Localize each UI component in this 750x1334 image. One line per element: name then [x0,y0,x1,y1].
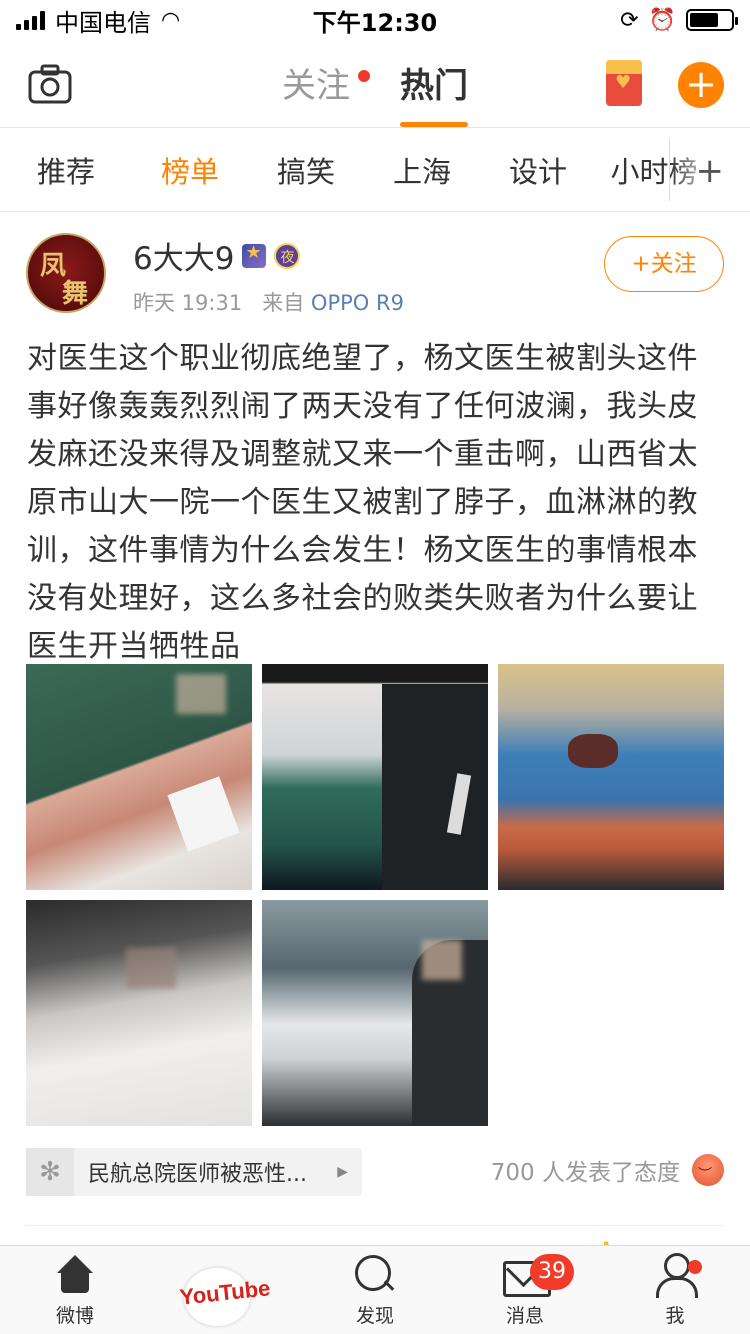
username[interactable]: 6大大9 [133,233,234,278]
post-text: 对医生这个职业彻底绝望了，杨文医生被割头这件事好像轰轰烈烈闹了两天没有了任何波澜… [27,341,698,664]
unread-dot [358,70,370,82]
search-icon [353,1253,397,1297]
topic-label: 民航总院医师被恶性... [88,1162,307,1187]
category-tab[interactable]: 推荐 [0,149,132,191]
signal-icon [16,10,45,30]
tab-hot-label: 热门 [400,66,468,106]
tab-weibo-label: 微博 [55,1305,94,1327]
weibo-app-screen: 中国电信 ◠ 下午12:30 ⟳ ⏰ 关注 热门 + [0,0,750,1334]
post-photo[interactable] [26,900,252,1126]
category-tab[interactable]: 上海 [364,149,480,191]
tab-hot[interactable]: 热门 [400,58,468,127]
add-category-icon[interactable]: + [696,151,725,191]
follow-button[interactable]: +关注 [604,236,724,292]
tab-weibo[interactable]: 微博 [0,1246,150,1334]
post-photo[interactable] [498,664,724,890]
post-time: 昨天 19:31 [133,291,243,315]
tab-messages[interactable]: 消息 [450,1246,600,1334]
attitude-summary[interactable]: 700 人发表了态度 [491,1153,724,1187]
category-bar: 推荐 榜单 搞笑 上海 设计 小时榜 + [0,129,750,212]
angry-face-icon [692,1154,724,1186]
post-source[interactable]: OPPO R9 [311,291,404,315]
tab-follow-label: 关注 [282,66,350,106]
category-tab[interactable]: 设计 [480,149,596,191]
tab-discover[interactable]: 发现 [300,1246,450,1334]
rotation-lock-icon: ⟳ [620,7,639,33]
star-badge-icon [242,242,267,268]
center-tab-label: YouTube [178,1275,272,1310]
tab-center[interactable]: YouTube [150,1246,300,1334]
battery-icon [686,9,738,31]
night-badge-icon: 夜 [274,242,301,269]
tab-me-label: 我 [665,1305,685,1327]
avatar[interactable]: 凤 舞 [26,233,106,313]
post-meta: 昨天 19:31 来自 OPPO R9 [133,287,404,317]
home-icon [53,1253,97,1297]
red-packet-icon[interactable] [606,60,642,106]
post-photo[interactable] [262,664,488,890]
attitude-label: 700 人发表了态度 [490,1160,680,1186]
carrier-label: 中国电信 [55,8,151,37]
category-tab-active[interactable]: 榜单 [132,149,248,191]
youtube-logo-icon: YouTube [170,1268,280,1326]
category-tab[interactable]: 搞笑 [248,149,364,191]
chevron-right-icon: ▶ [337,1164,348,1180]
tab-me[interactable]: 我 [600,1246,750,1334]
alarm-icon: ⏰ [648,7,676,33]
unread-dot [688,1260,702,1274]
top-navigation: 关注 热门 + [0,40,750,128]
tab-messages-label: 消息 [505,1305,544,1327]
bottom-tab-bar: 微博 YouTube 发现 消息 我 39 [0,1245,750,1334]
post-photo[interactable] [26,664,252,890]
wifi-icon: ◠ [161,7,181,33]
tab-follow[interactable]: 关注 [282,58,370,107]
active-tab-indicator [400,122,468,127]
message-count-badge: 39 [530,1254,574,1290]
tab-discover-label: 发现 [355,1305,394,1327]
status-bar: 中国电信 ◠ 下午12:30 ⟳ ⏰ [0,0,750,40]
compose-plus-button[interactable]: + [678,62,724,108]
post-photo[interactable] [262,900,488,1126]
topic-icon: ✻ [26,1148,74,1196]
username-row: 6大大9 夜 [133,233,301,278]
from-label: 来自 [262,291,305,315]
person-icon [653,1253,698,1298]
topic-link[interactable]: ✻ 民航总院医师被恶性... ▶ [26,1148,362,1196]
